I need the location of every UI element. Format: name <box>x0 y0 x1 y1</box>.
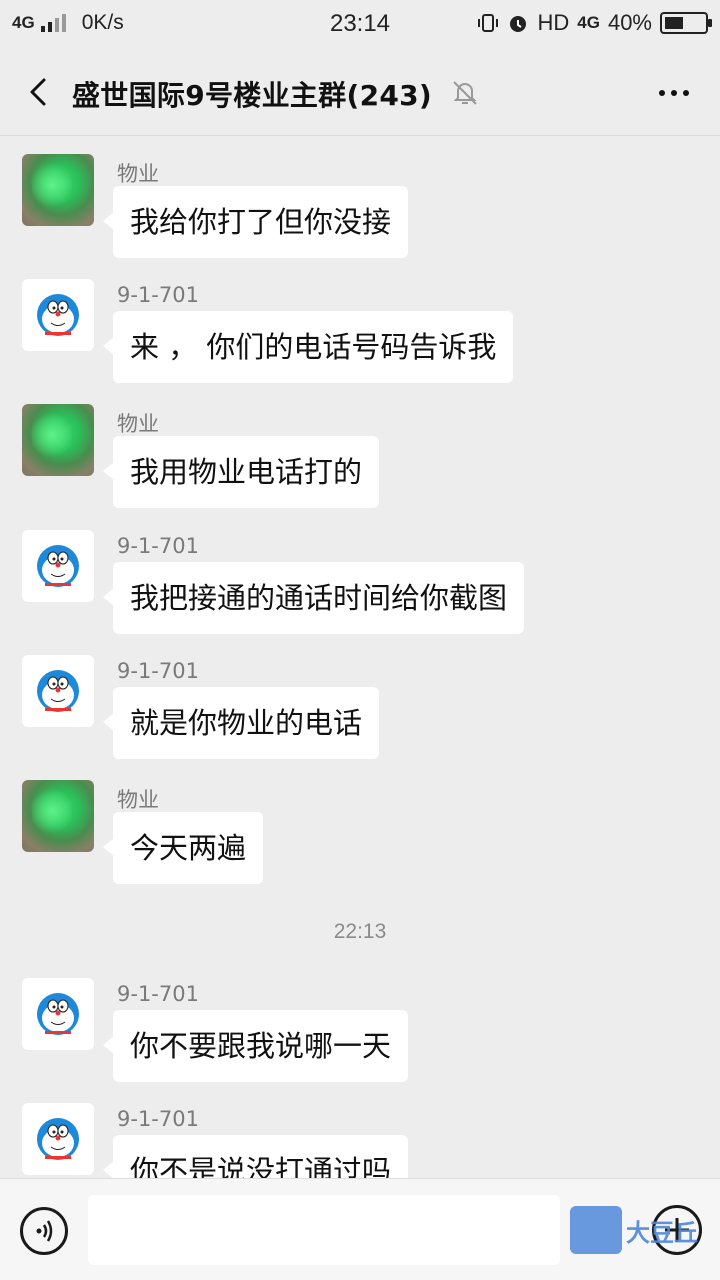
emoji-icon[interactable] <box>570 1206 622 1254</box>
doraemon-icon <box>37 1118 79 1160</box>
message-item: 9-1-701 我把接通的通话时间给你截图 <box>0 512 720 634</box>
hd-label: HD <box>537 10 570 35</box>
chevron-left-icon[interactable] <box>20 72 60 112</box>
watermark-text: 大豆丘 <box>626 1218 698 1247</box>
doraemon-icon <box>37 294 79 336</box>
doraemon-icon <box>37 670 79 712</box>
doraemon-icon <box>37 545 79 587</box>
avatar[interactable] <box>22 780 94 852</box>
message-bubble[interactable]: 就是你物业的电话 <box>102 687 380 759</box>
sender-name: 物业 <box>117 412 159 436</box>
voice-icon[interactable] <box>20 1207 68 1255</box>
voice-waves-icon <box>36 1220 53 1242</box>
message-item: 9-1-701 你不是说没打通过吗 <box>0 1085 720 1178</box>
sender-name: 9-1-701 <box>117 283 199 307</box>
vibrate-icon <box>478 14 499 32</box>
message-item: 9-1-701 就是你物业的电话 <box>0 637 720 759</box>
sender-name: 9-1-701 <box>117 982 199 1006</box>
message-item: 物业 今天两遍 <box>0 762 720 884</box>
sender-name: 物业 <box>117 162 159 186</box>
message-item: 9-1-701 来 ， 你们的电话号码告诉我 <box>0 261 720 383</box>
status-bar: 4G 0K/s 23:14 HD 4G 40% <box>0 0 720 50</box>
message-bubble[interactable]: 我用物业电话打的 <box>102 436 380 508</box>
avatar[interactable] <box>22 154 94 226</box>
status-right: HD 4G 40% <box>477 10 712 36</box>
doraemon-icon <box>37 993 79 1035</box>
bell-off-icon <box>453 81 477 105</box>
avatar[interactable] <box>22 530 94 602</box>
avatar[interactable] <box>22 279 94 351</box>
chat-title: 盛世国际9号楼业主群(243) <box>72 79 433 112</box>
sender-name: 物业 <box>117 788 159 812</box>
sender-name: 9-1-701 <box>117 534 199 558</box>
watermark: 大豆丘 <box>570 1204 714 1256</box>
message-item: 9-1-701 你不要跟我说哪一天 <box>0 960 720 1082</box>
message-bubble[interactable]: 来 ， 你们的电话号码告诉我 <box>102 311 514 383</box>
avatar[interactable] <box>22 1103 94 1175</box>
message-bubble[interactable]: 今天两遍 <box>102 812 264 884</box>
avatar[interactable] <box>22 404 94 476</box>
battery-percent: 40% <box>607 10 652 35</box>
avatar[interactable] <box>22 655 94 727</box>
chat-header: 盛世国际9号楼业主群(243) <box>0 50 720 136</box>
sender-name: 9-1-701 <box>117 1107 199 1131</box>
message-item: 物业 我给你打了但你没接 <box>0 136 720 258</box>
more-dots-icon[interactable] <box>654 78 694 108</box>
alarm-icon <box>510 16 527 32</box>
message-timestamp: 22:13 <box>333 920 387 943</box>
sender-name: 9-1-701 <box>117 659 199 683</box>
chat-messages[interactable]: 物业 我给你打了但你没接 9-1-701 来 ， 你们的电话号码告诉我 物业 我… <box>0 136 720 1178</box>
message-bubble[interactable]: 你不是说没打通过吗 <box>102 1135 409 1178</box>
message-bubble[interactable]: 你不要跟我说哪一天 <box>102 1010 409 1082</box>
message-bubble[interactable]: 我把接通的通话时间给你截图 <box>102 562 525 634</box>
network-type-2: 4G <box>577 13 600 32</box>
message-bubble[interactable]: 我给你打了但你没接 <box>102 186 409 258</box>
avatar[interactable] <box>22 978 94 1050</box>
battery-icon <box>660 12 712 34</box>
message-input[interactable] <box>88 1195 560 1265</box>
message-item: 物业 我用物业电话打的 <box>0 386 720 508</box>
